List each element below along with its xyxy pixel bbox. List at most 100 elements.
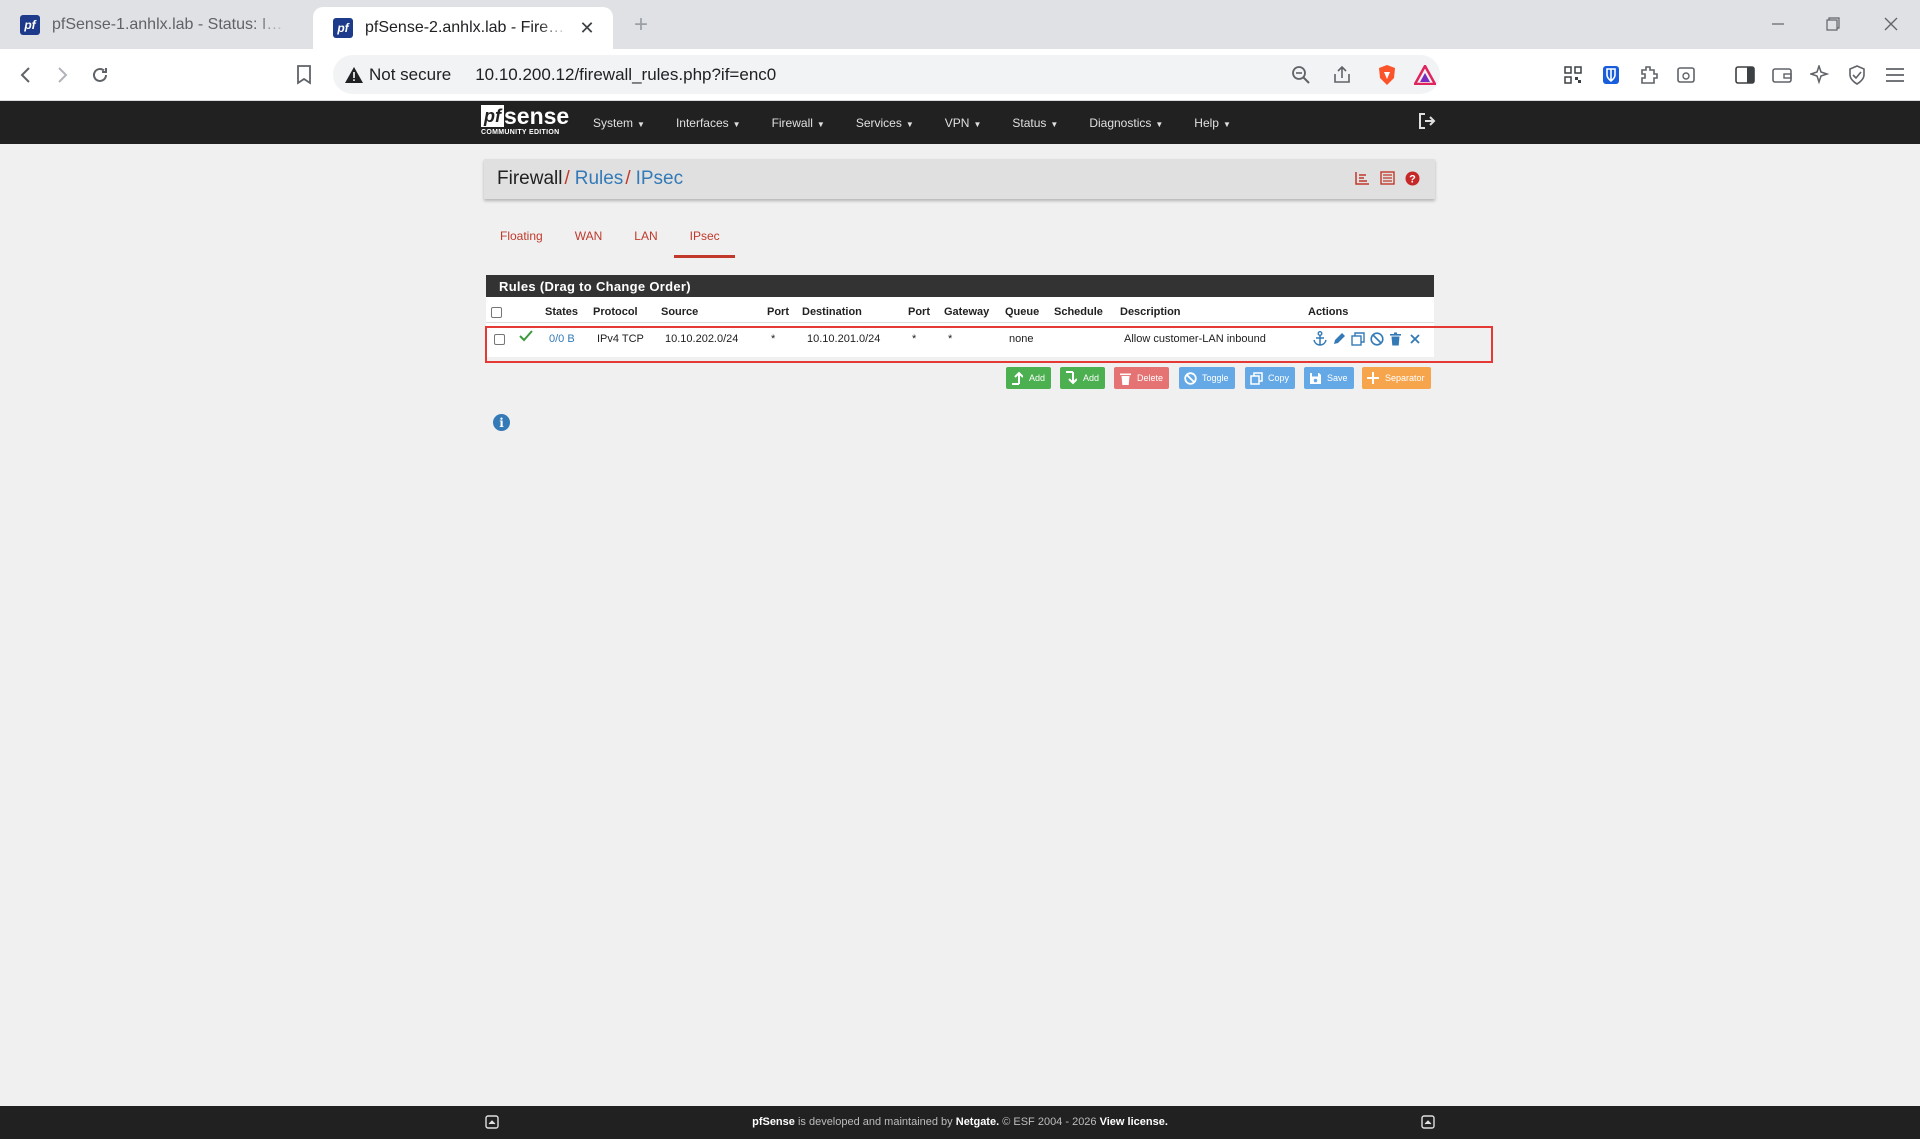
column-header-dest-port[interactable]: Port [908, 306, 930, 318]
add-bottom-button[interactable]: Add [1060, 367, 1106, 389]
url-text[interactable]: 10.10.200.12/firewall_rules.php?if=enc0 [475, 65, 776, 85]
caret-down-icon: ▼ [973, 119, 982, 129]
footer-brand: pfSense [752, 1116, 795, 1128]
close-tab-icon[interactable]: ✕ [577, 18, 597, 38]
browser-tab-pfsense-1[interactable]: pf pfSense-1.anhlx.lab - Status: IPsec: … [0, 0, 306, 49]
caret-down-icon: ▼ [1155, 119, 1164, 129]
add-top-button[interactable]: Add [1006, 367, 1052, 389]
footer-netgate-link[interactable]: Netgate. [956, 1116, 999, 1128]
back-arrow-icon[interactable] [12, 61, 40, 89]
pfsense-navbar: pf sense COMMUNITY EDITION System ▼ Interf… [0, 101, 1920, 144]
caret-down-icon: ▼ [816, 119, 825, 129]
wallet-icon[interactable] [1768, 61, 1796, 89]
copy-icon [1249, 371, 1263, 385]
browser-tab-pfsense-2[interactable]: pf pfSense-2.anhlx.lab - Firewall: Rules… [313, 7, 613, 49]
breadcrumb-rules-link[interactable]: Rules [575, 168, 624, 190]
pfsense-favicon-icon: pf [333, 18, 353, 38]
save-button[interactable]: Save [1304, 367, 1354, 389]
breadcrumb: Firewall / Rules / IPsec ? [484, 159, 1435, 199]
menu-system[interactable]: System ▼ [593, 116, 645, 130]
copy-button[interactable]: Copy [1245, 367, 1296, 389]
bitwarden-icon[interactable] [1597, 61, 1625, 89]
footer-text-1: is developed and maintained by [797, 1116, 953, 1128]
save-disk-icon [1308, 371, 1322, 385]
tab-floating[interactable]: Floating [484, 223, 559, 258]
leo-ai-icon[interactable] [1806, 61, 1834, 89]
row-divider [486, 322, 1434, 323]
caret-down-icon: ▼ [637, 119, 645, 129]
arrow-down-icon [1064, 371, 1078, 385]
plus-icon [1366, 371, 1380, 385]
column-header-gateway[interactable]: Gateway [944, 306, 989, 318]
reader-mode-icon[interactable] [1672, 61, 1700, 89]
column-header-actions: Actions [1308, 306, 1349, 318]
browser-menu-icon[interactable] [1881, 61, 1909, 89]
menu-services[interactable]: Services ▼ [856, 116, 914, 130]
interface-tabs: Floating WAN LAN IPsec [484, 223, 735, 258]
caret-down-icon: ▼ [1050, 119, 1059, 129]
main-menu: System ▼ Interfaces ▼ Firewall ▼ Services ▼ … [593, 101, 1262, 144]
vpn-shield-icon[interactable] [1843, 61, 1871, 89]
brave-rewards-icon[interactable] [1412, 62, 1438, 88]
svg-text:?: ? [1409, 173, 1416, 185]
column-header-destination[interactable]: Destination [802, 306, 862, 318]
browser-tab-title: pfSense-2.anhlx.lab - Firewall: Rules: I… [365, 19, 569, 36]
breadcrumb-ipsec-link[interactable]: IPsec [636, 168, 684, 190]
column-header-description[interactable]: Description [1120, 306, 1181, 318]
footer-license-link[interactable]: View license. [1100, 1116, 1168, 1128]
tab-ipsec[interactable]: IPsec [673, 223, 735, 258]
column-header-queue[interactable]: Queue [1005, 306, 1039, 318]
column-header-schedule[interactable]: Schedule [1054, 306, 1103, 318]
reload-icon[interactable] [86, 61, 114, 89]
share-icon[interactable] [1329, 62, 1355, 88]
brave-shields-icon[interactable] [1374, 62, 1400, 88]
pfsense-logo[interactable]: pf sense COMMUNITY EDITION [481, 105, 569, 136]
toggle-button[interactable]: Toggle [1179, 367, 1235, 389]
browser-tab-title: pfSense-1.anhlx.lab - Status: IPsec: Ove… [52, 15, 290, 33]
security-label[interactable]: Not secure [369, 65, 451, 85]
column-header-states[interactable]: States [545, 306, 578, 318]
sidebar-icon[interactable] [1731, 61, 1759, 89]
logo-edition-text: COMMUNITY EDITION [481, 129, 560, 136]
log-list-icon[interactable] [1379, 170, 1395, 186]
highlight-annotation-box [485, 326, 1493, 363]
bookmark-icon[interactable] [290, 61, 318, 89]
column-header-protocol[interactable]: Protocol [593, 306, 638, 318]
new-tab-button[interactable]: + [628, 11, 654, 38]
info-icon[interactable]: i [493, 414, 510, 431]
menu-status[interactable]: Status ▼ [1012, 116, 1058, 130]
menu-help[interactable]: Help ▼ [1194, 116, 1231, 130]
browser-toolbar: Not secure 10.10.200.12/firewall_rules.p… [0, 49, 1920, 101]
menu-firewall[interactable]: Firewall ▼ [772, 116, 825, 130]
menu-interfaces[interactable]: Interfaces ▼ [676, 116, 741, 130]
tab-wan[interactable]: WAN [559, 223, 619, 258]
zoom-icon[interactable] [1288, 62, 1314, 88]
select-all-checkbox[interactable] [491, 307, 502, 318]
forward-arrow-icon[interactable] [48, 61, 76, 89]
extensions-icon[interactable] [1635, 61, 1663, 89]
caret-down-icon: ▼ [905, 119, 914, 129]
ban-icon [1183, 371, 1197, 385]
page-footer: pfSense is developed and maintained by N… [0, 1106, 1920, 1139]
not-secure-warning-icon[interactable] [345, 66, 363, 84]
menu-diagnostics[interactable]: Diagnostics ▼ [1089, 116, 1163, 130]
minimize-window-button[interactable] [1761, 10, 1795, 38]
logout-icon[interactable] [1418, 112, 1438, 132]
tab-lan[interactable]: LAN [618, 223, 673, 258]
breadcrumb-firewall: Firewall [497, 168, 563, 189]
status-chart-icon[interactable] [1354, 170, 1370, 186]
delete-button[interactable]: Delete [1114, 367, 1170, 389]
address-bar[interactable]: Not secure 10.10.200.12/firewall_rules.p… [333, 55, 1440, 94]
pfsense-favicon-icon: pf [20, 14, 40, 35]
column-header-port[interactable]: Port [767, 306, 789, 318]
close-window-button[interactable] [1874, 10, 1908, 38]
trash-icon [1118, 371, 1132, 385]
add-separator-button[interactable]: Separator [1362, 367, 1431, 389]
browser-tabstrip: pf pfSense-1.anhlx.lab - Status: IPsec: … [0, 0, 1920, 49]
restore-window-button[interactable] [1816, 10, 1850, 38]
qr-code-icon[interactable] [1559, 61, 1587, 89]
menu-vpn[interactable]: VPN ▼ [945, 116, 982, 130]
help-question-icon[interactable]: ? [1404, 170, 1420, 186]
scroll-top-icon[interactable] [1421, 1115, 1435, 1129]
column-header-source[interactable]: Source [661, 306, 698, 318]
